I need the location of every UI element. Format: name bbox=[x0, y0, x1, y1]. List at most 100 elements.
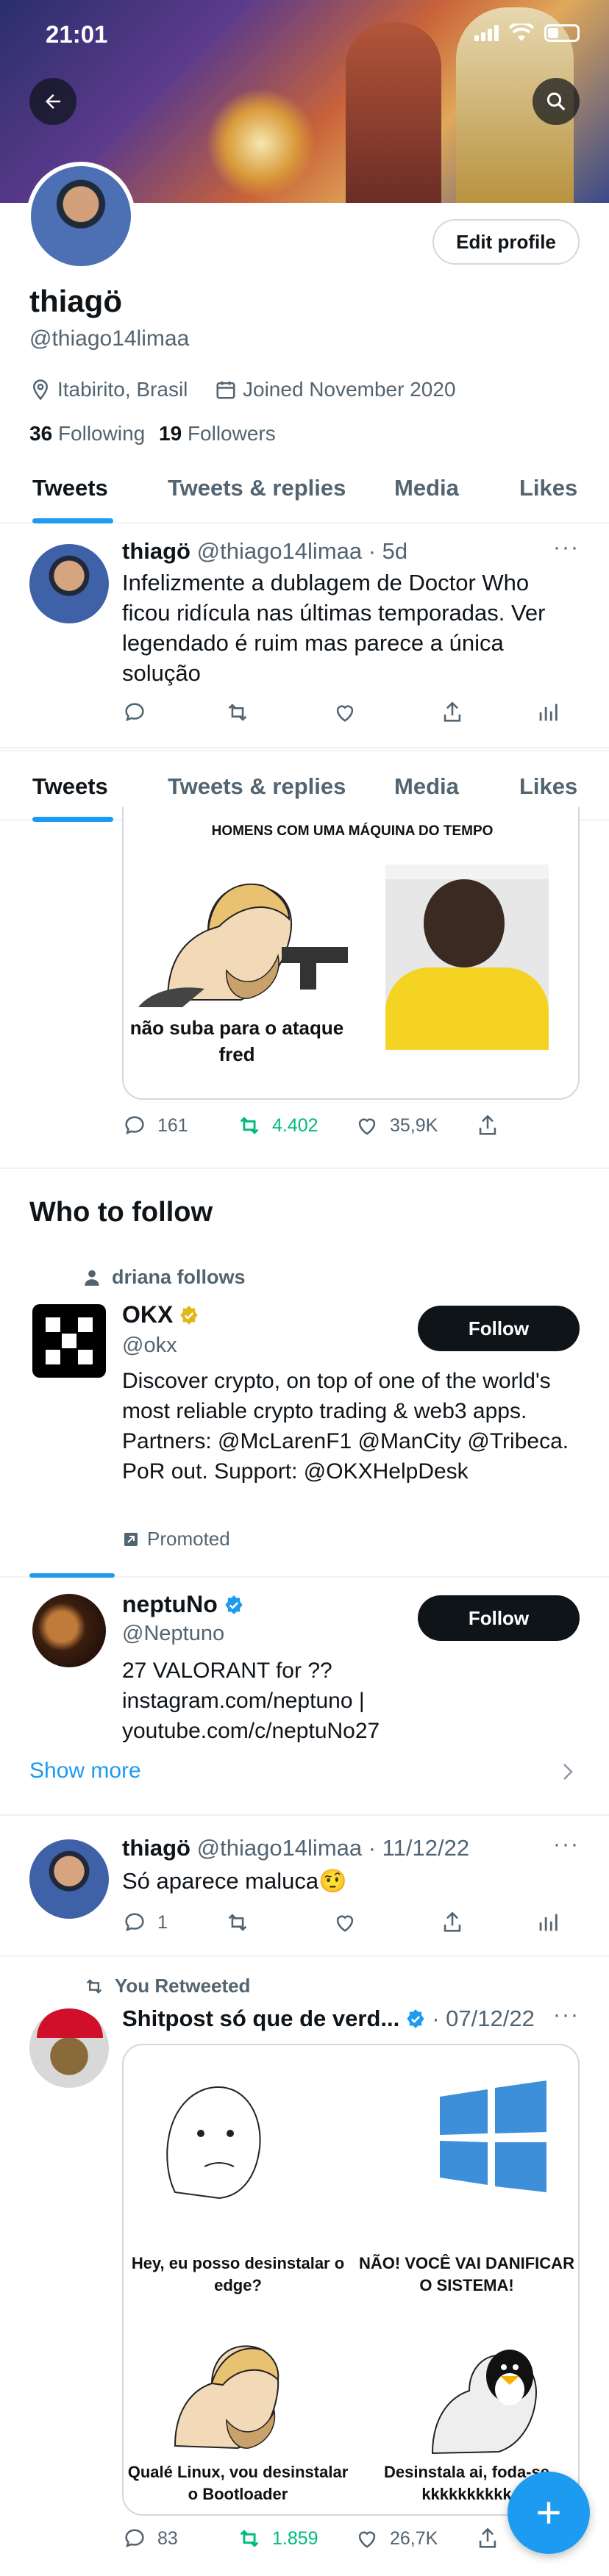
heart-icon bbox=[358, 1118, 376, 1135]
social-context-text: driana follows bbox=[112, 1266, 246, 1288]
joined-text: Joined November 2020 bbox=[243, 378, 456, 401]
like-count: 26,7K bbox=[390, 2527, 438, 2549]
profile-handle: @thiago14limaa bbox=[29, 326, 190, 351]
reply-icon bbox=[125, 1913, 144, 1931]
okx-avatar[interactable] bbox=[32, 1304, 106, 1378]
analytics-button[interactable] bbox=[535, 700, 560, 725]
follow-neptuno-button[interactable]: Follow bbox=[418, 1595, 580, 1641]
retweet-icon bbox=[240, 1117, 259, 1134]
neptuno-avatar[interactable] bbox=[32, 1594, 106, 1667]
share-icon bbox=[444, 1911, 461, 1932]
windows-logo-image bbox=[440, 2081, 546, 2192]
tweet-media[interactable]: Hey, eu posso desinstalar o edge? NÃO! V… bbox=[122, 2044, 580, 2516]
tweet-header: thiagö @thiago14limaa · 5d bbox=[122, 538, 407, 565]
tweet-more-button[interactable]: ··· bbox=[553, 1832, 580, 1857]
tweet-header: Shitpost só que de verd... · 07/12/22 bbox=[122, 2006, 535, 2032]
analytics-icon bbox=[539, 704, 558, 721]
reply-icon bbox=[125, 2529, 144, 2547]
analytics-button[interactable] bbox=[535, 1910, 560, 1935]
heart-icon bbox=[336, 1915, 354, 1932]
retweet-button[interactable]: 4.402 bbox=[237, 1113, 355, 1138]
tweet-more-button[interactable]: ··· bbox=[553, 2003, 580, 2028]
meme-panel-2: NÃO! VOCÊ VAI DANIFICAR O SISTEMA! bbox=[359, 2254, 574, 2294]
tweet-time: · 11/12/22 bbox=[368, 1835, 470, 1861]
chad-meme-image bbox=[174, 2345, 279, 2450]
wojak-meme-image bbox=[166, 2086, 261, 2200]
tweet-author-name[interactable]: thiagö bbox=[122, 538, 190, 564]
compose-tweet-button[interactable] bbox=[508, 2472, 590, 2554]
suggestion-social-context: driana follows bbox=[82, 1266, 246, 1289]
retweet-context-text: You Retweeted bbox=[115, 1975, 251, 1997]
status-bar: 21:01 bbox=[0, 0, 609, 71]
like-button[interactable] bbox=[332, 1910, 440, 1935]
reply-button[interactable] bbox=[122, 700, 225, 725]
profile-avatar[interactable] bbox=[26, 162, 135, 271]
reply-count: 1 bbox=[157, 1911, 168, 1933]
share-button[interactable] bbox=[440, 1910, 535, 1935]
chad-meme-image bbox=[138, 883, 348, 1007]
verified-gold-icon bbox=[180, 1305, 199, 1325]
tab-likes[interactable]: Likes bbox=[519, 453, 577, 523]
tweet4-actions: 83 1.859 26,7K bbox=[122, 2526, 571, 2551]
tab-tweets[interactable]: Tweets bbox=[32, 453, 113, 523]
tab-tweets[interactable]: Tweets bbox=[32, 751, 113, 822]
tweet-time: · 5d bbox=[368, 538, 408, 564]
retweet-button[interactable]: 1.859 bbox=[237, 2526, 355, 2551]
tweet-avatar[interactable] bbox=[29, 1839, 109, 1919]
share-button[interactable] bbox=[440, 700, 535, 725]
who-to-follow-title: Who to follow bbox=[29, 1197, 213, 1228]
like-button[interactable]: 35,9K bbox=[355, 1113, 475, 1138]
like-button[interactable]: 26,7K bbox=[355, 2526, 475, 2551]
retweet-icon bbox=[240, 2530, 259, 2547]
follow-okx-button[interactable]: Follow bbox=[418, 1306, 580, 1351]
tweet-more-button[interactable]: ··· bbox=[553, 535, 580, 560]
promoted-label: Promoted bbox=[122, 1528, 230, 1550]
back-button[interactable] bbox=[29, 78, 76, 125]
reply-button[interactable]: 1 bbox=[122, 1910, 225, 1935]
wifi-icon bbox=[509, 24, 534, 41]
tweet-media[interactable]: HOMENS COM UMA MÁQUINA DO TEMPO não suba… bbox=[122, 807, 580, 1100]
like-button[interactable] bbox=[332, 700, 440, 725]
profile-location: Itabirito, Brasil bbox=[29, 378, 188, 401]
reply-count: 83 bbox=[157, 2527, 178, 2549]
meme-title: HOMENS COM UMA MÁQUINA DO TEMPO bbox=[211, 823, 494, 839]
tweet-author-name[interactable]: Shitpost só que de verd... bbox=[122, 2006, 399, 2032]
status-time: 21:01 bbox=[46, 21, 108, 48]
tweet-avatar[interactable] bbox=[29, 2008, 109, 2088]
share-icon bbox=[444, 701, 461, 722]
chevron-right-icon bbox=[563, 1764, 573, 1780]
retweet-button[interactable] bbox=[225, 1910, 332, 1935]
search-button[interactable] bbox=[533, 78, 580, 125]
show-more-link[interactable]: Show more bbox=[29, 1759, 141, 1783]
followers-link[interactable]: 19 Followers bbox=[159, 422, 276, 446]
verified-blue-icon bbox=[225, 1595, 243, 1614]
location-pin-icon bbox=[32, 379, 49, 401]
heart-icon bbox=[336, 705, 354, 722]
share-button[interactable] bbox=[475, 1113, 500, 1138]
tweet-author-name[interactable]: thiagö bbox=[122, 1835, 190, 1861]
retweet-context: You Retweeted bbox=[84, 1975, 250, 1997]
tweet-avatar[interactable] bbox=[29, 544, 109, 623]
analytics-icon bbox=[539, 1914, 558, 1931]
neptuno-name[interactable]: neptuNo bbox=[122, 1591, 244, 1618]
tab-tweets-replies[interactable]: Tweets & replies bbox=[168, 453, 346, 523]
tab-tweets-label: Tweets bbox=[32, 773, 108, 799]
okx-name[interactable]: OKX bbox=[122, 1301, 199, 1328]
calendar-icon bbox=[216, 381, 235, 399]
meme-panel-3: Qualé Linux, vou desinstalar o Bootloade… bbox=[127, 2463, 349, 2503]
tweet-text: Só aparece maluca🤨 bbox=[122, 1868, 347, 1894]
reply-button[interactable]: 161 bbox=[122, 1113, 237, 1138]
retweet-button[interactable] bbox=[225, 700, 332, 725]
edit-profile-button[interactable]: Edit profile bbox=[432, 219, 580, 265]
battery-icon bbox=[544, 24, 580, 42]
tab-tweets-label: Tweets bbox=[32, 475, 108, 501]
following-link[interactable]: 36 Following bbox=[29, 422, 145, 446]
reply-icon bbox=[125, 703, 144, 721]
meme-caption: não suba para o ataque fred bbox=[129, 1017, 344, 1065]
profile-tabs: Tweets Tweets & replies Media Likes bbox=[0, 453, 609, 523]
share-button[interactable] bbox=[475, 2526, 500, 2551]
reply-button[interactable]: 83 bbox=[122, 2526, 237, 2551]
tab-media[interactable]: Media bbox=[394, 453, 459, 523]
heart-icon bbox=[358, 2531, 376, 2548]
neptuno-bio: 27 VALORANT for ?? instagram.com/neptuno… bbox=[122, 1659, 380, 1743]
